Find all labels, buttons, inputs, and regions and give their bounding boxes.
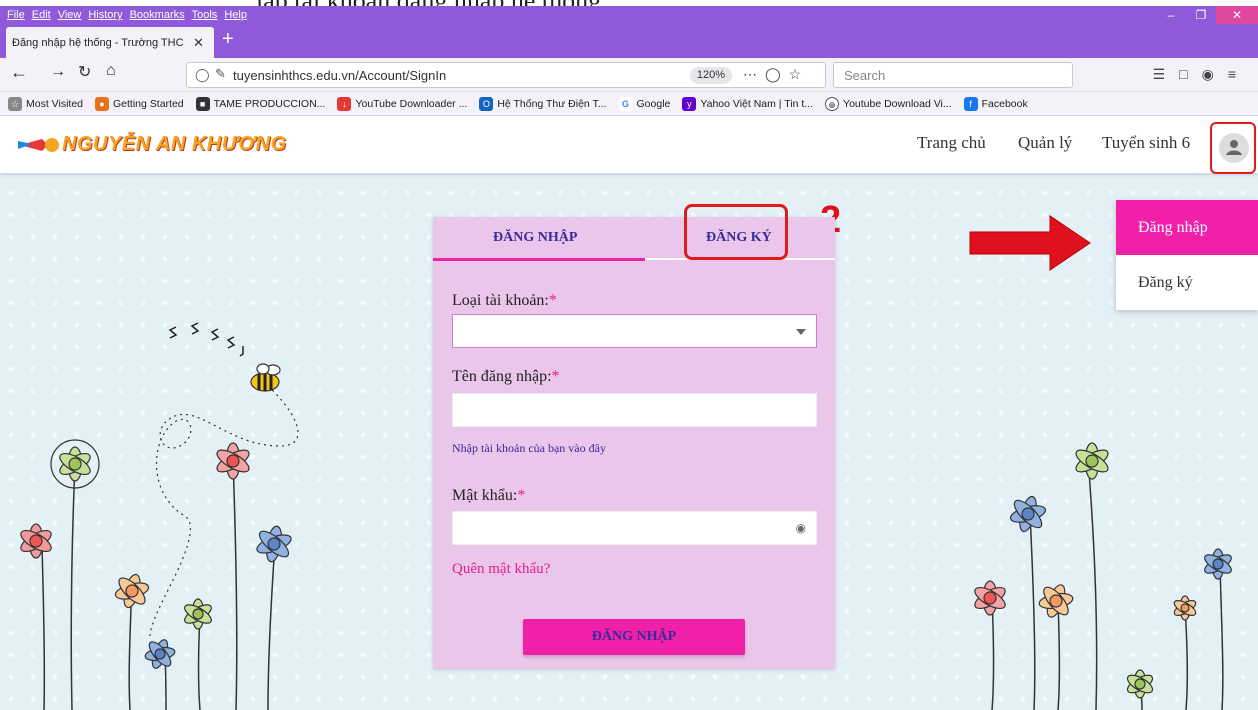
bookmark-item[interactable]: ● Getting Started [95, 96, 184, 111]
restore-icon[interactable]: ❐ [1186, 6, 1216, 24]
account-type-label-text: Loại tài khoản: [452, 292, 549, 309]
password-label: Mật khẩu:* [452, 487, 525, 505]
user-avatar-icon[interactable] [1219, 133, 1249, 163]
website-viewport: NGUYỄN AN KHƯƠNG Trang chủ Quản lý Tuyển… [0, 116, 1258, 710]
nav-admission[interactable]: Tuyển sinh 6 [1102, 133, 1190, 153]
bookmarks-bar: ☆ Most Visited ● Getting Started ■ TAME PRO… [0, 92, 1258, 116]
register-highlight-box [684, 204, 788, 260]
annotation-marker-1: 1 [1168, 116, 1190, 124]
back-icon[interactable]: ← [10, 62, 28, 83]
username-input[interactable] [452, 393, 817, 427]
reload-icon[interactable]: ↻ [78, 62, 91, 82]
login-panel: ĐĂNG NHẬP ĐĂNG KÝ Loại tài khoản:* Tên đ… [433, 204, 835, 669]
menu-bookmarks[interactable]: Bookmarks [130, 9, 185, 21]
close-tab-icon[interactable]: ✕ [193, 35, 204, 51]
bookmark-item[interactable]: f Facebook [963, 96, 1028, 111]
password-input[interactable]: ◉ [452, 511, 817, 545]
username-hint: Nhập tài khoản của bạn vào đây [452, 441, 606, 455]
home-icon[interactable]: ⌂ [106, 62, 116, 80]
search-input[interactable]: Search [833, 62, 1073, 88]
bookmark-label: TAME PRODUCCION... [213, 97, 326, 110]
menu-file[interactable]: File [7, 9, 25, 21]
tab-bar: Đăng nhập hệ thống - Trường THC ✕ + [0, 24, 1258, 58]
bookmark-label: Youtube Download Vi... [843, 97, 952, 110]
bookmark-label: Most Visited [26, 97, 83, 110]
password-label-text: Mật khẩu: [452, 487, 518, 504]
navigation-toolbar: ← → ↻ ⌂ ◯ ✎ tuyensinhthcs.edu.vn/Account… [0, 58, 1258, 92]
required-mark: * [551, 368, 560, 385]
eye-icon[interactable]: ◉ [796, 521, 806, 535]
account-dropdown: Đăng nhập Đăng ký [1116, 200, 1258, 310]
red-arrow-annotation [969, 215, 1091, 271]
active-tab-indicator [433, 258, 645, 261]
username-label: Tên đăng nhập:* [452, 368, 560, 386]
bookmark-label: Hệ Thống Thư Điện T... [497, 97, 607, 110]
bookmark-item[interactable]: ⊕ Youtube Download Vi... [825, 96, 952, 111]
bookmark-item[interactable]: ↓ YouTube Downloader ... [337, 96, 468, 111]
toolbar-right-icons[interactable]: ☰□◉≡ [1153, 66, 1250, 83]
account-menu-button[interactable] [1210, 122, 1256, 174]
bookmark-item[interactable]: ■ TAME PRODUCCION... [195, 96, 326, 111]
menu-help[interactable]: Help [224, 9, 247, 21]
insecure-lock-icon[interactable]: ✎ [215, 66, 226, 82]
forward-icon[interactable]: → [50, 63, 66, 81]
nav-home[interactable]: Trang chủ [917, 133, 986, 153]
login-submit-button[interactable]: ĐĂNG NHẬP [523, 619, 745, 655]
menu-bar: File Edit View History Bookmarks Tools H… [0, 6, 1258, 24]
site-logo[interactable]: NGUYỄN AN KHƯƠNG [18, 133, 287, 156]
bookmark-item[interactable]: ☆ Most Visited [8, 96, 83, 111]
nav-manage[interactable]: Quản lý [1018, 133, 1072, 153]
logo-text: NGUYỄN AN KHƯƠNG [62, 133, 287, 155]
search-placeholder: Search [844, 68, 886, 83]
bookmark-label: Google [636, 97, 671, 110]
minimize-icon[interactable]: – [1156, 6, 1186, 24]
bookmark-label: Facebook [981, 97, 1028, 110]
account-type-label: Loại tài khoản:* [452, 292, 557, 310]
dropdown-login[interactable]: Đăng nhập [1116, 200, 1258, 255]
forgot-password-link[interactable]: Quên mật khẩu? [452, 561, 550, 578]
tab-title: Đăng nhập hệ thống - Trường THC [12, 36, 184, 49]
menu-history[interactable]: History [88, 9, 122, 21]
bookmark-item[interactable]: O Hệ Thống Thư Điện T... [479, 96, 607, 111]
bookmark-item[interactable]: y Yahoo Việt Nam | Tin t... [682, 96, 814, 111]
browser-tab[interactable]: Đăng nhập hệ thống - Trường THC ✕ [6, 27, 214, 58]
bookmark-label: Getting Started [113, 97, 184, 110]
shield-icon[interactable]: ◯ [195, 67, 210, 83]
url-text[interactable]: tuyensinhthcs.edu.vn/Account/SignIn [233, 68, 446, 83]
site-header: NGUYỄN AN KHƯƠNG Trang chủ Quản lý Tuyển… [0, 116, 1258, 174]
auth-tabs: ĐĂNG NHẬP ĐĂNG KÝ [433, 204, 835, 261]
url-bar[interactable]: ◯ ✎ tuyensinhthcs.edu.vn/Account/SignIn … [186, 62, 826, 88]
menu-edit[interactable]: Edit [32, 9, 51, 21]
page-actions-icons[interactable]: ⋯◯☆ [743, 66, 809, 83]
username-label-text: Tên đăng nhập: [452, 368, 552, 385]
close-window-icon[interactable]: ✕ [1216, 6, 1258, 24]
required-mark: * [517, 487, 526, 504]
bookmark-label: YouTube Downloader ... [355, 97, 468, 110]
bookmark-item[interactable]: G Google [618, 96, 671, 111]
menu-tools[interactable]: Tools [192, 9, 218, 21]
new-tab-icon[interactable]: + [222, 28, 234, 51]
window-controls: – ❐ ✕ [1156, 6, 1258, 24]
rocket-logo-icon [18, 135, 62, 155]
account-type-select[interactable] [452, 314, 817, 348]
bookmark-label: Yahoo Việt Nam | Tin t... [700, 97, 814, 110]
required-mark: * [548, 292, 557, 309]
tab-login[interactable]: ĐĂNG NHẬP [493, 230, 577, 246]
menu-view[interactable]: View [58, 9, 82, 21]
dropdown-register[interactable]: Đăng ký [1116, 255, 1258, 310]
chevron-down-icon[interactable] [796, 329, 806, 335]
zoom-badge[interactable]: 120% [690, 67, 732, 84]
